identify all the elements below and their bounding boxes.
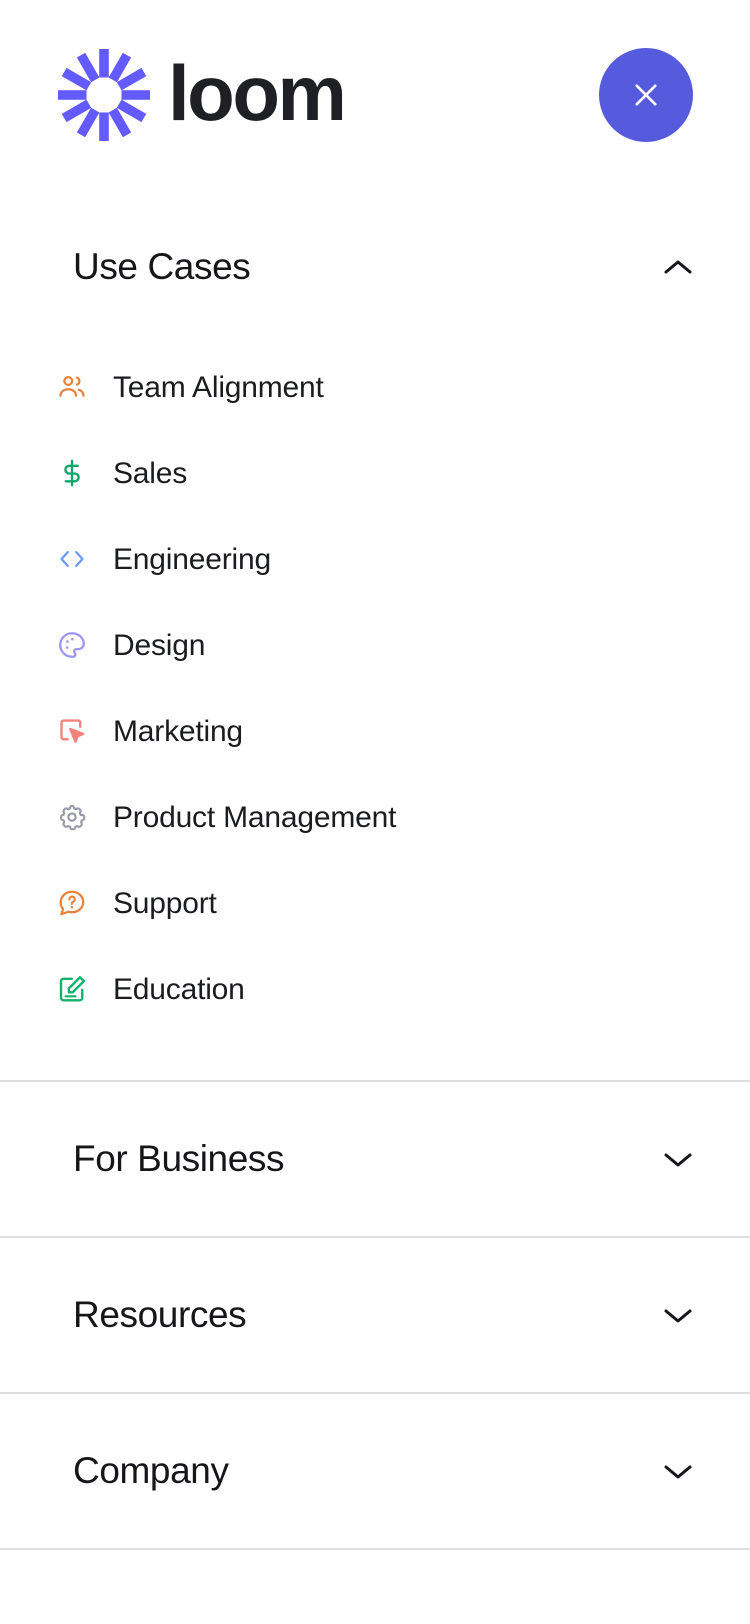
menu-item-label: Support <box>113 886 217 920</box>
section-title-for-business: For Business <box>73 1137 285 1179</box>
close-menu-button[interactable] <box>599 48 693 142</box>
menu-item-label: Education <box>113 972 245 1006</box>
menu-item-label: Marketing <box>113 714 243 748</box>
brand-logo[interactable]: loom <box>58 47 347 143</box>
section-title-resources: Resources <box>73 1293 247 1335</box>
chevron-down-icon <box>664 1465 692 1479</box>
nav-section-use-cases: Use Cases Team Alignment Sales Engineeri… <box>0 190 750 1080</box>
menu-item-label: Team Alignment <box>113 370 324 404</box>
menu-item-label: Engineering <box>113 542 271 576</box>
menu-item-sales[interactable]: Sales <box>0 430 750 516</box>
loom-starburst-icon <box>58 49 150 141</box>
section-header-company[interactable]: Company <box>0 1394 750 1548</box>
chevron-down-icon <box>664 1309 692 1323</box>
close-x-icon <box>635 84 657 106</box>
menu-item-marketing[interactable]: Marketing <box>0 688 750 774</box>
menu-item-team-alignment[interactable]: Team Alignment <box>0 344 750 430</box>
nav-section-company: Company <box>0 1394 750 1548</box>
chevron-up-icon <box>664 260 692 274</box>
mobile-nav-menu: loom Use Cases Team Alignment Sales Engi… <box>0 0 750 1624</box>
chevron-down-icon <box>664 1153 692 1167</box>
menu-header: loom <box>0 0 750 190</box>
section-title-use-cases: Use Cases <box>73 245 251 287</box>
menu-item-label: Product Management <box>113 800 397 834</box>
brand-wordmark: loom <box>168 49 347 137</box>
dollar-sign-icon <box>55 456 89 490</box>
use-cases-item-list: Team Alignment Sales Engineering Design … <box>0 344 750 1080</box>
palette-icon <box>55 628 89 662</box>
section-header-use-cases[interactable]: Use Cases <box>0 190 750 344</box>
section-header-resources[interactable]: Resources <box>0 1238 750 1392</box>
menu-item-education[interactable]: Education <box>0 946 750 1032</box>
section-header-for-business[interactable]: For Business <box>0 1082 750 1236</box>
menu-item-engineering[interactable]: Engineering <box>0 516 750 602</box>
section-title-company: Company <box>73 1449 229 1491</box>
gear-icon <box>55 800 89 834</box>
menu-item-support[interactable]: Support <box>0 860 750 946</box>
menu-item-product-management[interactable]: Product Management <box>0 774 750 860</box>
nav-section-resources: Resources <box>0 1238 750 1392</box>
menu-item-design[interactable]: Design <box>0 602 750 688</box>
question-chat-icon <box>55 886 89 920</box>
code-brackets-icon <box>55 542 89 576</box>
edit-square-icon <box>55 972 89 1006</box>
menu-item-label: Sales <box>113 456 188 490</box>
users-icon <box>55 370 89 404</box>
cursor-click-icon <box>55 714 89 748</box>
nav-sections: Use Cases Team Alignment Sales Engineeri… <box>0 190 750 1550</box>
menu-item-label: Design <box>113 628 206 662</box>
nav-section-for-business: For Business <box>0 1082 750 1236</box>
section-divider <box>0 1548 750 1550</box>
